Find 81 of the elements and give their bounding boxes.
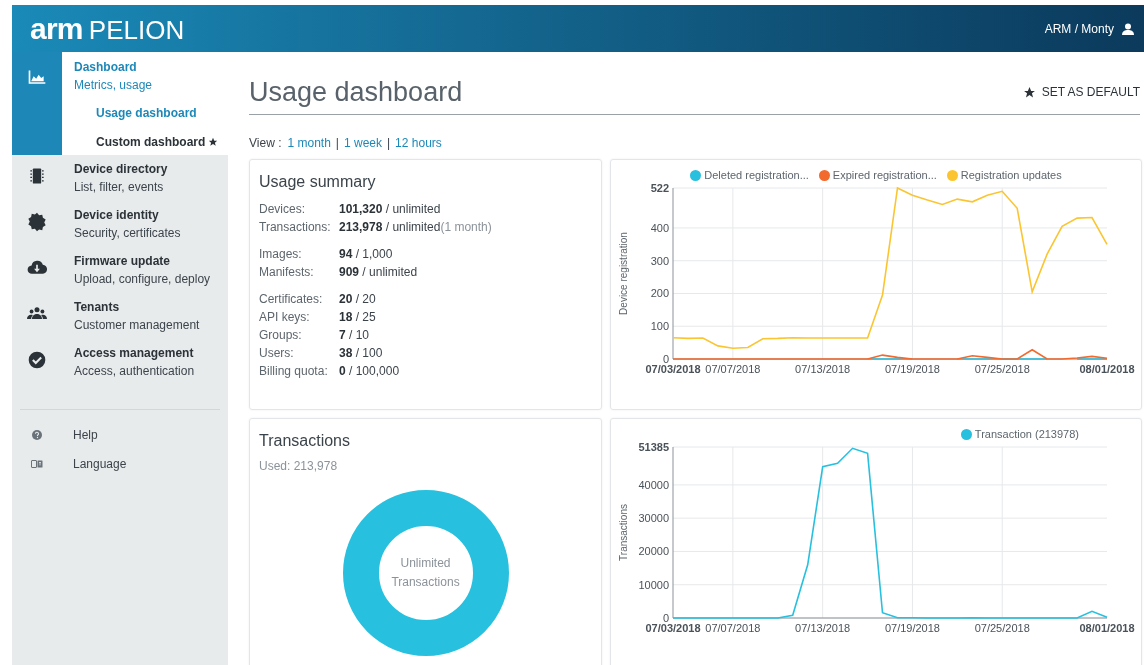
chip-icon (27, 166, 47, 186)
x-tick-label: 07/07/2018 (705, 363, 761, 375)
donut-label: Unlimited (400, 555, 451, 572)
nav-item[interactable]: Device identity Security, certificates (74, 206, 181, 242)
nav-item[interactable]: Tenants Customer management (74, 298, 200, 334)
page-title: Usage dashboard (249, 76, 463, 109)
x-tick-label: 07/03/2018 (645, 622, 701, 634)
view-label: View : (249, 135, 282, 152)
help-icon (31, 428, 43, 441)
x-tick-label: 07/13/2018 (795, 363, 851, 375)
y-tick-label: 0 (662, 353, 669, 365)
submenu-item[interactable]: Usage dashboard (96, 104, 197, 122)
card-title: Transactions (259, 431, 351, 451)
field-label: Billing quota: (259, 363, 329, 380)
user-icon[interactable] (1122, 22, 1134, 35)
separator: | (387, 135, 391, 152)
check-circle-icon (27, 350, 47, 370)
nav-item[interactable]: Access management Access, authentication (74, 344, 195, 380)
nav-link[interactable]: Help (62, 425, 98, 444)
field-label: Users: (259, 345, 295, 362)
field-label: API keys: (259, 309, 311, 326)
y-tick-label: 40000 (638, 478, 669, 491)
field-label: Certificates: (259, 291, 324, 308)
field-label: Devices: (259, 201, 306, 218)
y-tick-label: 30000 (638, 512, 669, 525)
used-count: Used: 213,978 (259, 458, 338, 475)
y-tick-label: 0 (662, 612, 669, 624)
field-value: 94 / 1,000 (339, 246, 393, 263)
badge-icon (27, 212, 47, 232)
x-tick-label: 07/19/2018 (884, 622, 940, 634)
legend-label[interactable]: Registration updates (960, 166, 1062, 184)
nav-item[interactable]: Device directory List, filter, events (74, 160, 168, 196)
view-link[interactable]: 1 week (343, 134, 382, 152)
field-value: 18 / 25 (339, 309, 376, 326)
field-value: 909 / unlimited (339, 264, 418, 281)
x-tick-label: 08/01/2018 (1079, 622, 1135, 634)
x-tick-label: 07/03/2018 (645, 363, 701, 375)
field-value: 20 / 20 (339, 291, 376, 308)
nav-item[interactable]: Firmware update Upload, configure, deploy (74, 252, 211, 288)
star-icon (1022, 85, 1036, 99)
field-label: Images: (259, 246, 303, 263)
legend-label[interactable]: Expired registration... (832, 166, 937, 184)
field-value: 7 / 10 (339, 327, 370, 344)
y-tick-label: 400 (650, 221, 669, 234)
x-tick-label: 08/01/2018 (1079, 363, 1135, 375)
x-tick-label: 07/19/2018 (884, 363, 940, 375)
y-axis-title: Device registration (618, 232, 629, 315)
field-value: 213,978 / unlimited(1 month) (339, 219, 492, 236)
legend-label[interactable]: Deleted registration... (704, 166, 809, 184)
field-value: 38 / 100 (339, 345, 383, 362)
y-tick-label: 20000 (638, 545, 669, 558)
y-tick-label: 200 (650, 287, 669, 300)
x-tick-label: 07/25/2018 (974, 622, 1030, 634)
field-value: 101,320 / unlimited (339, 201, 441, 218)
field-label: Groups: (259, 327, 303, 344)
y-tick-label: 300 (650, 254, 669, 267)
separator: | (335, 135, 339, 152)
x-tick-label: 07/25/2018 (974, 363, 1030, 375)
submenu-item[interactable]: Custom dashboard (96, 133, 219, 151)
y-tick-label: 10000 (638, 578, 669, 591)
view-link[interactable]: 12 hours (395, 134, 442, 152)
field-label: Manifests: (259, 264, 315, 281)
view-link[interactable]: 1 month (287, 134, 331, 152)
y-tick-label: 100 (650, 320, 669, 333)
logo-text: PELION (88, 16, 185, 43)
language-icon (31, 457, 43, 470)
user-name[interactable]: ARM / Monty (1044, 19, 1114, 38)
y-axis-title: Transactions (618, 504, 629, 561)
y-tick-label: 51385 (638, 443, 669, 453)
field-label: Transactions: (259, 219, 332, 236)
logo-mark: arm (30, 13, 83, 44)
x-tick-label: 07/07/2018 (705, 622, 761, 634)
x-tick-label: 07/13/2018 (795, 622, 851, 634)
card-title: Usage summary (259, 172, 377, 192)
field-value: 0 / 100,000 (339, 363, 400, 380)
donut-label: Transactions (391, 574, 460, 591)
legend-label[interactable]: Transaction (213978) (974, 425, 1079, 443)
nav-item[interactable]: Dashboard Metrics, usage (74, 58, 153, 94)
set-default-button[interactable]: SET AS DEFAULT (1022, 83, 1140, 101)
nav-link[interactable]: Language (62, 454, 127, 473)
y-tick-label: 522 (650, 184, 669, 194)
